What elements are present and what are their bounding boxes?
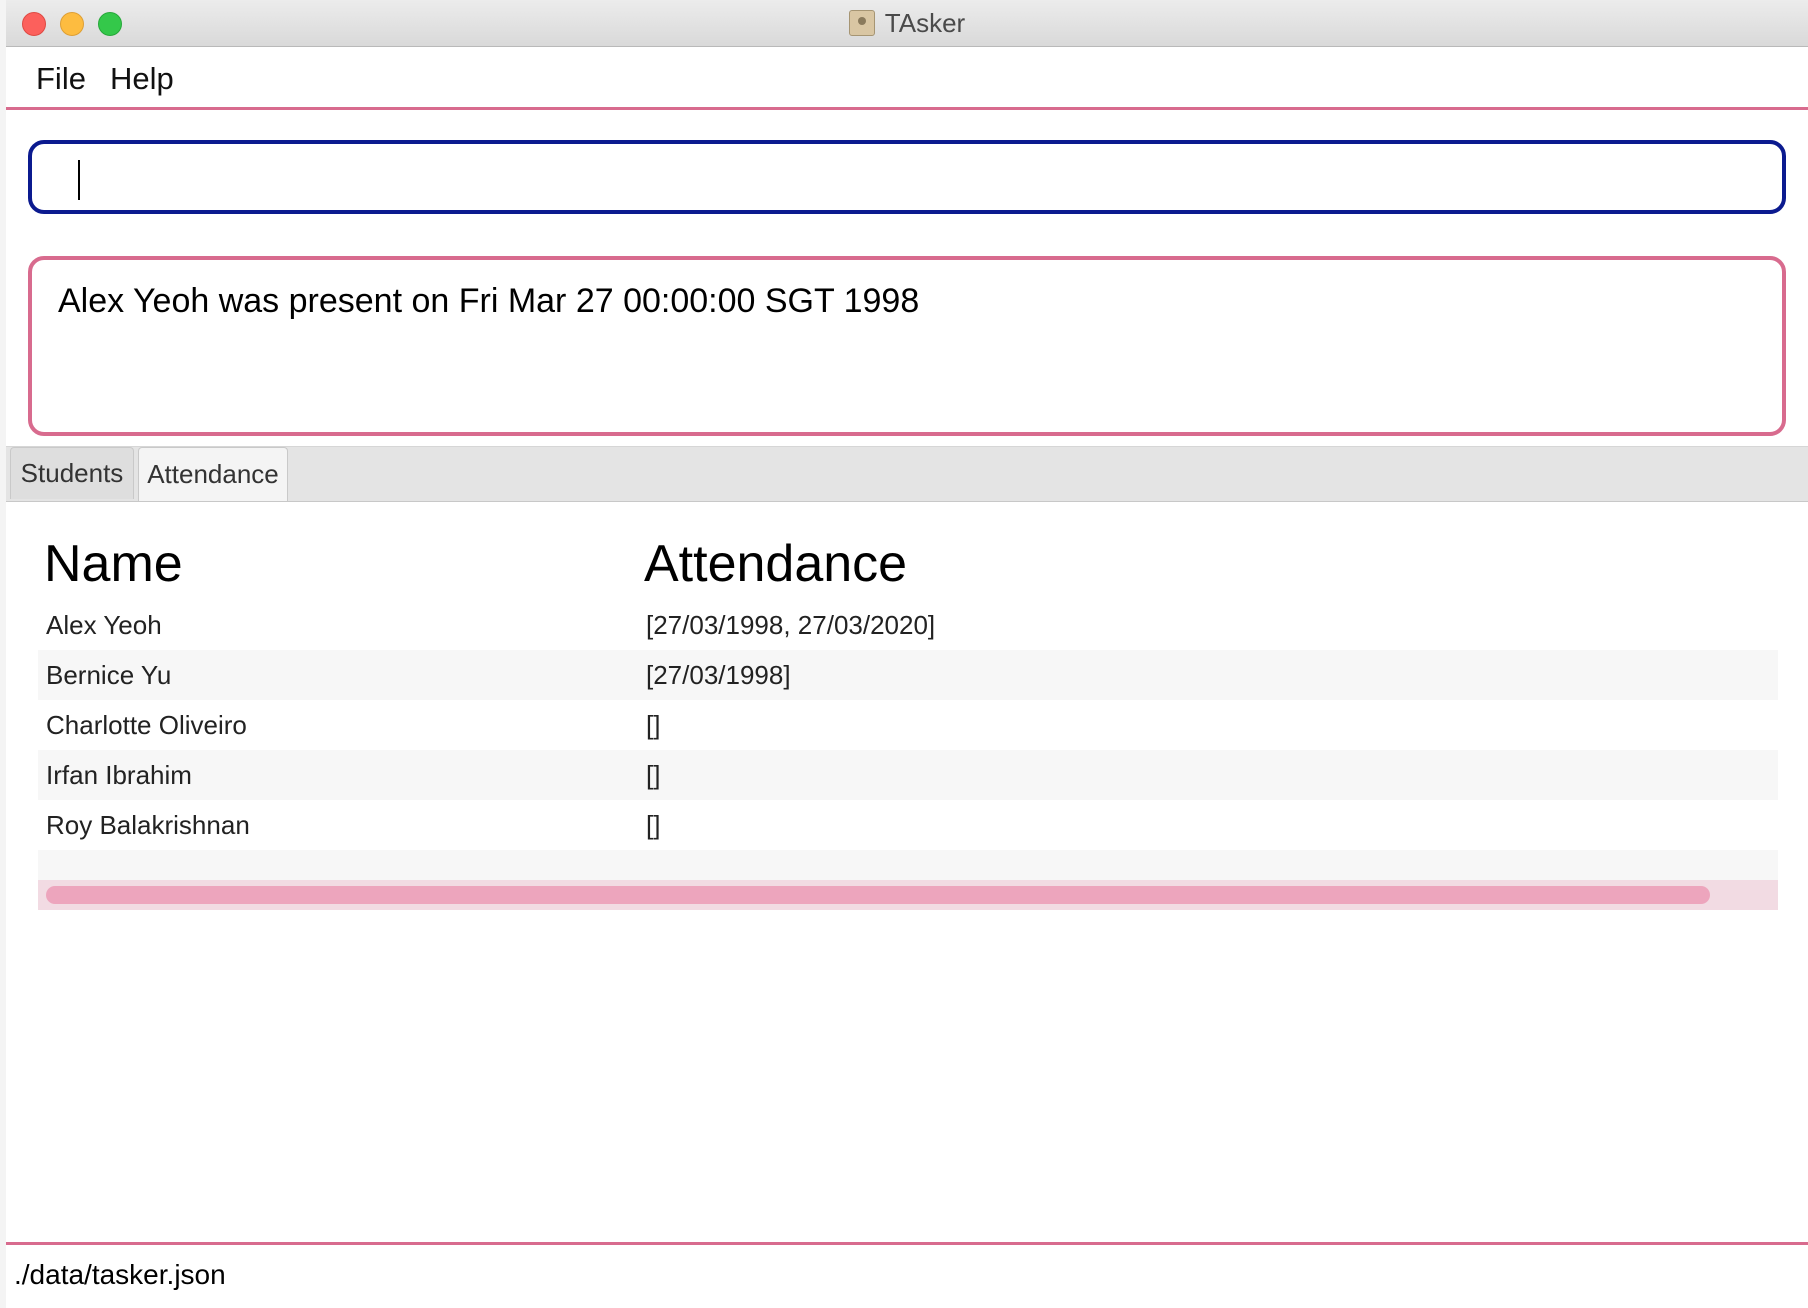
scrollbar-thumb[interactable] — [46, 886, 1710, 904]
cell-name: Alex Yeoh — [46, 610, 162, 640]
cell-attendance: [] — [646, 810, 661, 840]
tab-students[interactable]: Students — [10, 447, 134, 499]
window-title: TAsker — [884, 7, 966, 38]
app-window: TAsker File Help Alex Yeoh was present o… — [6, 0, 1808, 1308]
cell-attendance: [] — [646, 710, 661, 740]
cell-attendance: [27/03/1998] — [646, 660, 791, 690]
tab-attendance[interactable]: Attendance — [138, 447, 288, 501]
app-icon — [848, 10, 875, 36]
status-bar: ./data/tasker.json — [6, 1242, 1808, 1308]
cell-name: Roy Balakrishnan — [46, 810, 250, 840]
table-row[interactable]: Alex Yeoh [27/03/1998, 27/03/2020] — [38, 600, 1778, 650]
cell-attendance: [27/03/1998, 27/03/2020] — [646, 610, 936, 640]
result-display: Alex Yeoh was present on Fri Mar 27 00:0… — [28, 256, 1786, 436]
table-row[interactable]: Bernice Yu [27/03/1998] — [38, 650, 1778, 700]
command-box[interactable] — [28, 140, 1786, 214]
save-location: ./data/tasker.json — [14, 1259, 226, 1290]
column-header-name: Name — [44, 535, 183, 593]
horizontal-scrollbar[interactable] — [38, 880, 1778, 910]
cell-attendance: [] — [646, 760, 661, 790]
tab-bar: Students Attendance — [6, 446, 1808, 502]
cell-name: Irfan Ibrahim — [46, 760, 192, 790]
command-input[interactable] — [54, 154, 1758, 202]
cell-name: Charlotte Oliveiro — [46, 710, 247, 740]
menu-bar: File Help — [6, 47, 1808, 110]
text-caret — [78, 160, 80, 200]
table-row[interactable]: Charlotte Oliveiro [] — [38, 700, 1778, 750]
table-row[interactable]: Roy Balakrishnan [] — [38, 800, 1778, 850]
table-row[interactable]: Irfan Ibrahim [] — [38, 750, 1778, 800]
menu-help[interactable]: Help — [102, 57, 182, 101]
window-title-group: TAsker — [6, 0, 1808, 46]
cell-name: Bernice Yu — [46, 660, 172, 690]
result-message: Alex Yeoh was present on Fri Mar 27 00:0… — [58, 282, 920, 320]
title-bar[interactable]: TAsker — [6, 0, 1808, 47]
menu-file[interactable]: File — [28, 57, 94, 101]
column-header-attendance: Attendance — [644, 535, 908, 593]
